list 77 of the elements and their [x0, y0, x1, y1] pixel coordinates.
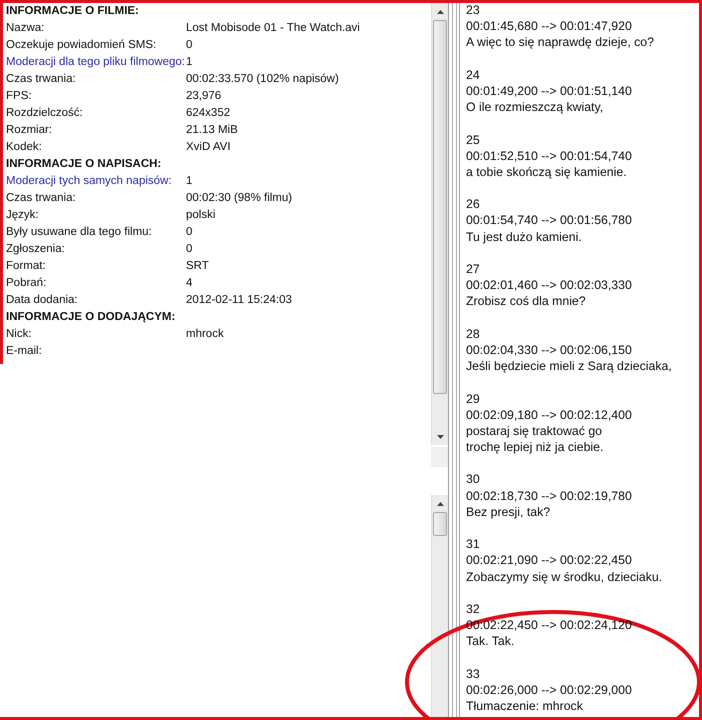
info-label: Rozdzielczość:: [6, 106, 84, 121]
subtitle-index: 25: [466, 132, 481, 148]
info-label: Pobrań:: [6, 276, 48, 291]
subtitle-timestamp: 00:02:18,730 --> 00:02:19,780: [466, 488, 633, 504]
section-heading: INFORMACJE O DODAJĄCYM:: [6, 310, 176, 325]
info-label: Czas trwania:: [6, 72, 77, 87]
info-value: XviD AVI: [186, 140, 231, 155]
info-label: FPS:: [6, 89, 33, 104]
info-value: polski: [186, 208, 216, 223]
subtitle-index: 29: [466, 390, 481, 407]
subtitle-index: 23: [466, 3, 481, 18]
subtitle-timestamp: 00:01:52,510 --> 00:01:54,740: [466, 148, 633, 164]
subtitle-text: Zobaczymy się w środku, dzieciaku.: [466, 568, 664, 585]
subtitle-index: 24: [466, 66, 481, 83]
info-value: 1: [186, 174, 192, 189]
subtitle-text: Bez presji, tak?: [466, 504, 552, 520]
info-value: 00:02:30 (98% filmu): [186, 191, 292, 206]
subtitle-text: Tu jest dużo kamieni.: [466, 228, 583, 245]
scroll-corner: [431, 447, 448, 467]
info-label: Nazwa:: [6, 21, 46, 36]
subtitle-timestamp: 00:01:49,200 --> 00:01:51,140: [466, 82, 633, 100]
subtitle-timestamp: 00:02:26,000 --> 00:02:29,000: [466, 682, 633, 698]
info-label: Format:: [6, 259, 47, 274]
info-label: Język:: [6, 208, 40, 223]
info-label: Oczekuje powiadomień SMS:: [6, 38, 158, 53]
scrollbar[interactable]: [431, 495, 448, 717]
section-heading: INFORMACJE O NAPISACH:: [6, 157, 162, 172]
section-heading: INFORMACJE O FILMIE:: [6, 4, 140, 19]
info-value: 00:02:33.570 (102% napisów): [186, 72, 339, 87]
info-link[interactable]: Moderacji dla tego pliku filmowego:: [6, 54, 186, 71]
info-value: 0: [186, 38, 192, 53]
info-value: 0: [186, 225, 192, 240]
subtitle-text: Jeśli będziecie mieli z Sarą dzieciaka,: [466, 358, 672, 374]
subtitle-text: Tak. Tak.: [466, 633, 516, 650]
info-label: Kodek:: [6, 140, 43, 155]
subtitle-text: a tobie skończą się kamienie.: [466, 164, 628, 180]
info-link[interactable]: Moderacji tych samych napisów:: [6, 173, 186, 190]
info-value: SRT: [186, 259, 209, 274]
subtitle-text: O ile rozmieszczą kwiaty,: [466, 99, 604, 116]
scrollbar-thumb[interactable]: [433, 20, 447, 394]
subtitle-index: 30: [466, 471, 481, 488]
subtitle-text: trochę lepiej niż ja ciebie.: [466, 439, 604, 456]
info-value: 0: [186, 242, 192, 257]
subtitle-timestamp: 00:02:04,330 --> 00:02:06,150: [466, 342, 633, 358]
subtitle-index: 26: [466, 196, 481, 212]
subtitle-timestamp: 00:02:01,460 --> 00:02:03,330: [466, 277, 633, 294]
subtitle-index: 27: [466, 261, 481, 278]
info-value: 624x352: [186, 106, 230, 121]
info-label: E-mail:: [6, 344, 43, 359]
subtitle-timestamp: 00:02:09,180 --> 00:02:12,400: [466, 406, 633, 423]
scrollbar[interactable]: [431, 3, 448, 445]
subtitle-text: postaraj się traktować go: [466, 422, 604, 440]
subtitle-timestamp: 00:01:45,680 --> 00:01:47,920: [466, 18, 633, 34]
subtitle-timestamp: 00:02:21,090 --> 00:02:22,450: [466, 552, 633, 569]
info-value: 4: [186, 276, 192, 291]
info-label: Zgłoszenia:: [6, 242, 66, 257]
subtitle-index: 28: [466, 326, 481, 342]
info-value: 23,976: [186, 89, 222, 104]
subtitle-text: Zrobisz coś dla mnie?: [466, 293, 587, 310]
info-label: Nick:: [6, 327, 33, 342]
subtitle-index: 33: [466, 666, 481, 682]
info-label: Data dodania:: [6, 293, 79, 308]
info-value: 1: [186, 55, 192, 70]
info-value: 2012-02-11 15:24:03: [186, 293, 292, 308]
info-label: Czas trwania:: [6, 191, 77, 206]
subtitle-text: A więc to się naprawdę dzieje, co?: [466, 34, 655, 51]
subtitle-index: 32: [466, 600, 481, 618]
subtitle-text: Tłumaczenie: mhrock: [466, 698, 584, 714]
subtitle-timestamp: 00:02:22,450 --> 00:02:24,120: [466, 617, 633, 634]
scrollbar-thumb[interactable]: [433, 512, 447, 536]
info-label: Były usuwane dla tego filmu:: [6, 225, 153, 240]
subtitle-index: 31: [466, 536, 481, 552]
subtitle-timestamp: 00:01:54,740 --> 00:01:56,780: [466, 212, 633, 229]
info-label: Rozmiar:: [6, 123, 54, 138]
info-value: 21.13 MiB: [186, 123, 238, 138]
info-value: mhrock: [186, 327, 224, 342]
info-value: Lost Mobisode 01 - The Watch.avi: [186, 21, 360, 36]
